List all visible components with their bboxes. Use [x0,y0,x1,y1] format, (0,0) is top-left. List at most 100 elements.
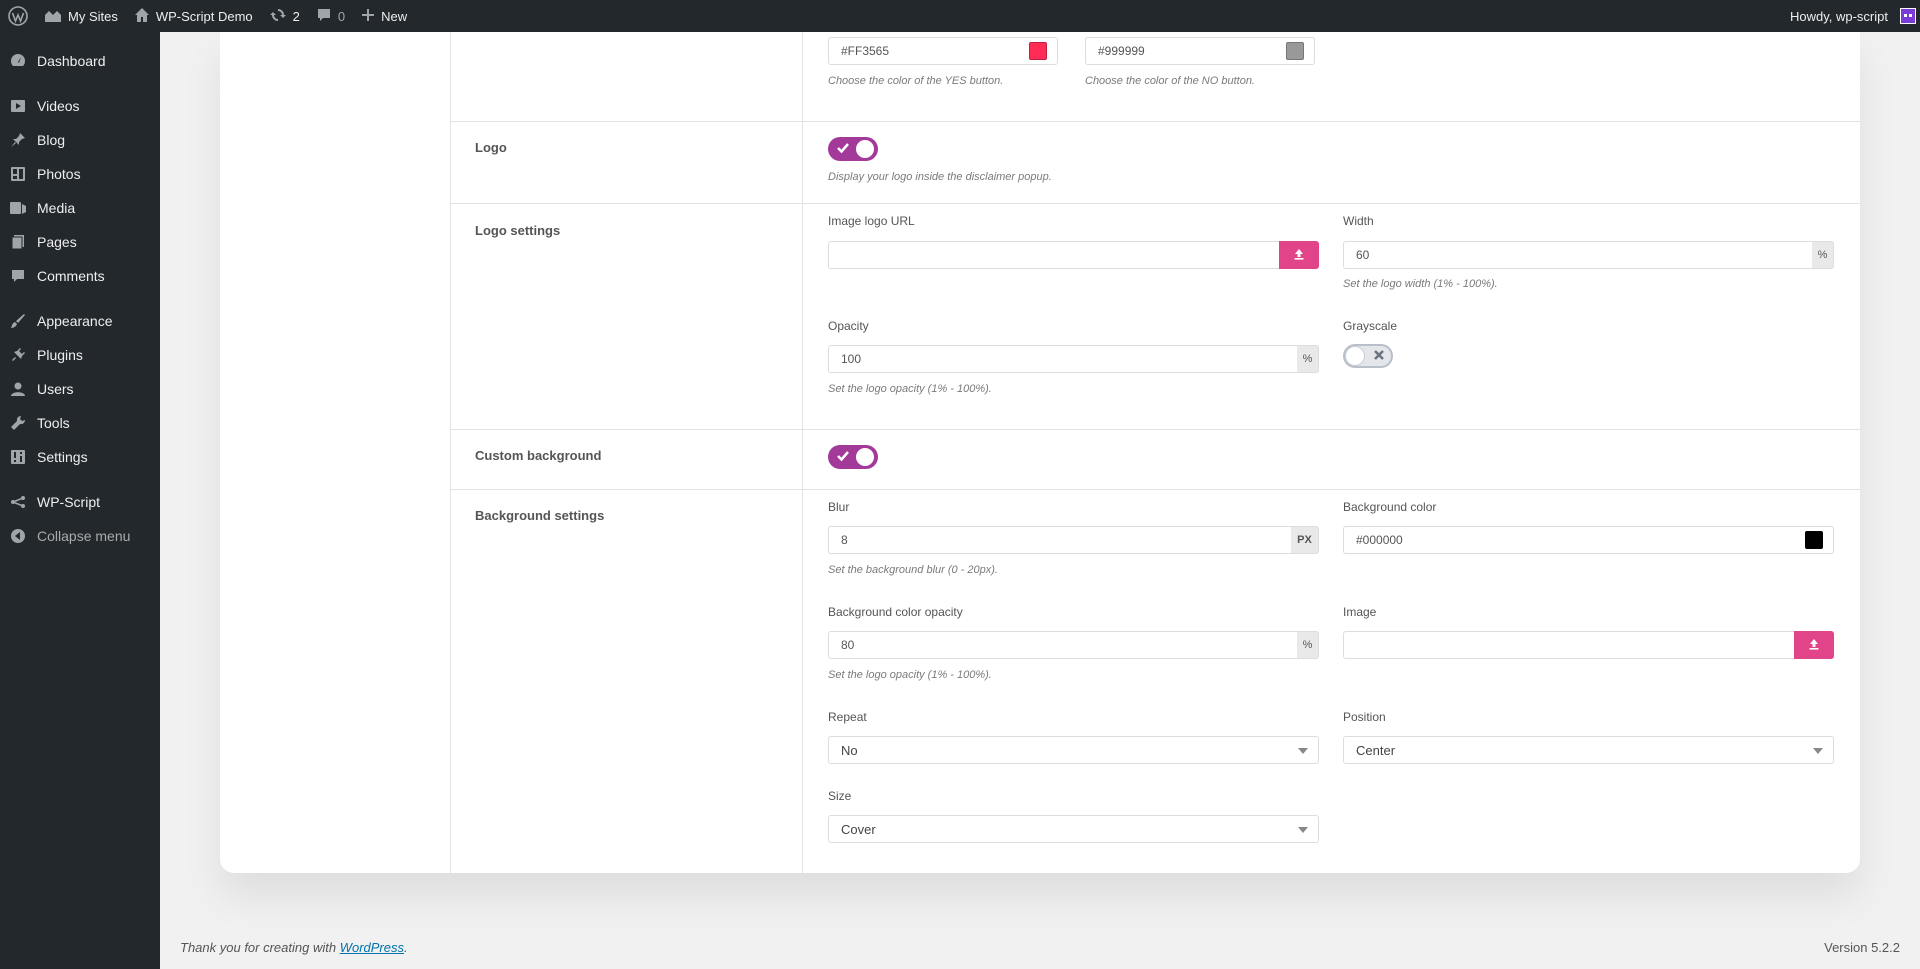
blur-input[interactable]: 8 PX [828,526,1319,554]
sidebar-item-label: Users [37,381,74,397]
sidebar-item-pages[interactable]: Pages [0,225,160,259]
upload-logo-button[interactable] [1279,241,1319,269]
footer-thanks: Thank you for creating with WordPress. [180,940,408,955]
new-content-menu[interactable]: New [353,0,415,32]
collapse-menu-button[interactable]: Collapse menu [0,519,160,553]
size-value: Cover [841,821,876,837]
position-select[interactable]: Center [1343,736,1834,764]
background-color-swatch[interactable] [1805,531,1823,549]
comments-menu[interactable]: 0 [308,0,353,32]
sidebar-item-label: Pages [37,234,77,250]
sidebar-item-media[interactable]: Media [0,191,160,225]
chevron-down-icon [1298,827,1308,833]
footer-thanks-text: Thank you for creating with [180,940,340,955]
background-opacity-label: Background color opacity [828,605,963,619]
opacity-unit: % [1297,345,1319,373]
my-sites-icon [44,7,62,26]
chevron-down-icon [1813,748,1823,754]
row-divider [450,489,1860,490]
width-value: 60 [1356,248,1370,262]
width-input[interactable]: 60 % [1343,241,1834,269]
plug-icon [8,345,28,365]
yes-color-input[interactable]: #FF3565 [828,37,1058,65]
sidebar-item-plugins[interactable]: Plugins [0,338,160,372]
site-name-menu[interactable]: WP-Script Demo [126,0,261,32]
background-opacity-unit: % [1297,631,1319,659]
image-logo-url-input[interactable] [828,241,1319,269]
blur-label: Blur [828,500,850,514]
updates-menu[interactable]: 2 [261,0,308,32]
video-icon [8,96,28,116]
logo-label: Logo [475,140,507,155]
background-color-label: Background color [1343,500,1437,514]
background-image-input[interactable] [1343,631,1834,659]
upload-icon [1293,248,1305,263]
width-label: Width [1343,214,1374,228]
my-account-menu[interactable]: Howdy, wp-script [1782,0,1920,32]
blur-value: 8 [841,533,848,547]
opacity-desc: Set the logo opacity (1% - 100%). [828,383,992,395]
user-icon [8,379,28,399]
sidebar-item-label: Plugins [37,347,83,363]
repeat-label: Repeat [828,710,867,724]
check-icon [836,141,850,158]
no-color-desc: Choose the color of the NO button. [1085,75,1255,87]
background-color-input[interactable]: #000000 [1343,526,1834,554]
sidebar-item-wp-script[interactable]: WP-Script [0,485,160,519]
image-label: Image [1343,605,1377,619]
size-select[interactable]: Cover [828,815,1319,843]
settings-icon [8,447,28,467]
admin-sidebar: Dashboard Videos Blog Photos Media Pages… [0,32,160,969]
grayscale-toggle[interactable] [1343,344,1393,368]
background-opacity-input[interactable]: 80 % [828,631,1319,659]
logo-toggle[interactable] [828,137,878,161]
sidebar-item-label: WP-Script [37,494,100,510]
sidebar-item-label: Photos [37,166,81,182]
repeat-select[interactable]: No [828,736,1319,764]
image-logo-url-label: Image logo URL [828,214,915,228]
sidebar-item-label: Tools [37,415,70,431]
pin-icon [8,130,28,150]
sidebar-item-appearance[interactable]: Appearance [0,304,160,338]
opacity-input[interactable]: 100 % [828,345,1319,373]
sidebar-item-users[interactable]: Users [0,372,160,406]
wordpress-link[interactable]: WordPress [340,940,404,955]
no-color-swatch[interactable] [1286,42,1304,60]
sidebar-item-label: Appearance [37,313,113,329]
new-label: New [381,8,408,24]
my-sites-menu[interactable]: My Sites [36,0,126,32]
custom-background-label: Custom background [475,448,602,463]
wordpress-logo-icon[interactable] [0,0,36,32]
sidebar-item-label: Collapse menu [37,528,131,544]
sidebar-item-label: Videos [37,98,80,114]
media-icon [8,198,28,218]
sidebar-item-photos[interactable]: Photos [0,157,160,191]
footer-version: Version 5.2.2 [1824,940,1900,955]
upload-background-button[interactable] [1794,631,1834,659]
blur-unit: PX [1291,526,1319,554]
logo-settings-label: Logo settings [475,223,561,238]
upload-icon [1808,638,1820,653]
sidebar-item-settings[interactable]: Settings [0,440,160,474]
collapse-icon [8,526,28,546]
sidebar-item-videos[interactable]: Videos [0,89,160,123]
blur-desc: Set the background blur (0 - 20px). [828,564,998,576]
no-color-input[interactable]: #999999 [1085,37,1315,65]
sidebar-item-tools[interactable]: Tools [0,406,160,440]
background-opacity-value: 80 [841,638,855,652]
close-icon [1372,348,1386,365]
sidebar-item-label: Comments [37,268,105,284]
toggle-knob [856,448,874,466]
howdy-label: Howdy, wp-script [1789,8,1888,24]
sidebar-item-label: Dashboard [37,53,106,69]
yes-color-desc: Choose the color of the YES button. [828,75,1004,87]
position-value: Center [1356,742,1396,758]
sidebar-item-comments[interactable]: Comments [0,259,160,293]
custom-background-toggle[interactable] [828,445,878,469]
position-label: Position [1343,710,1386,724]
my-sites-label: My Sites [68,8,118,24]
yes-color-swatch[interactable] [1029,42,1047,60]
sidebar-item-blog[interactable]: Blog [0,123,160,157]
sidebar-item-dashboard[interactable]: Dashboard [0,44,160,78]
brush-icon [8,311,28,331]
